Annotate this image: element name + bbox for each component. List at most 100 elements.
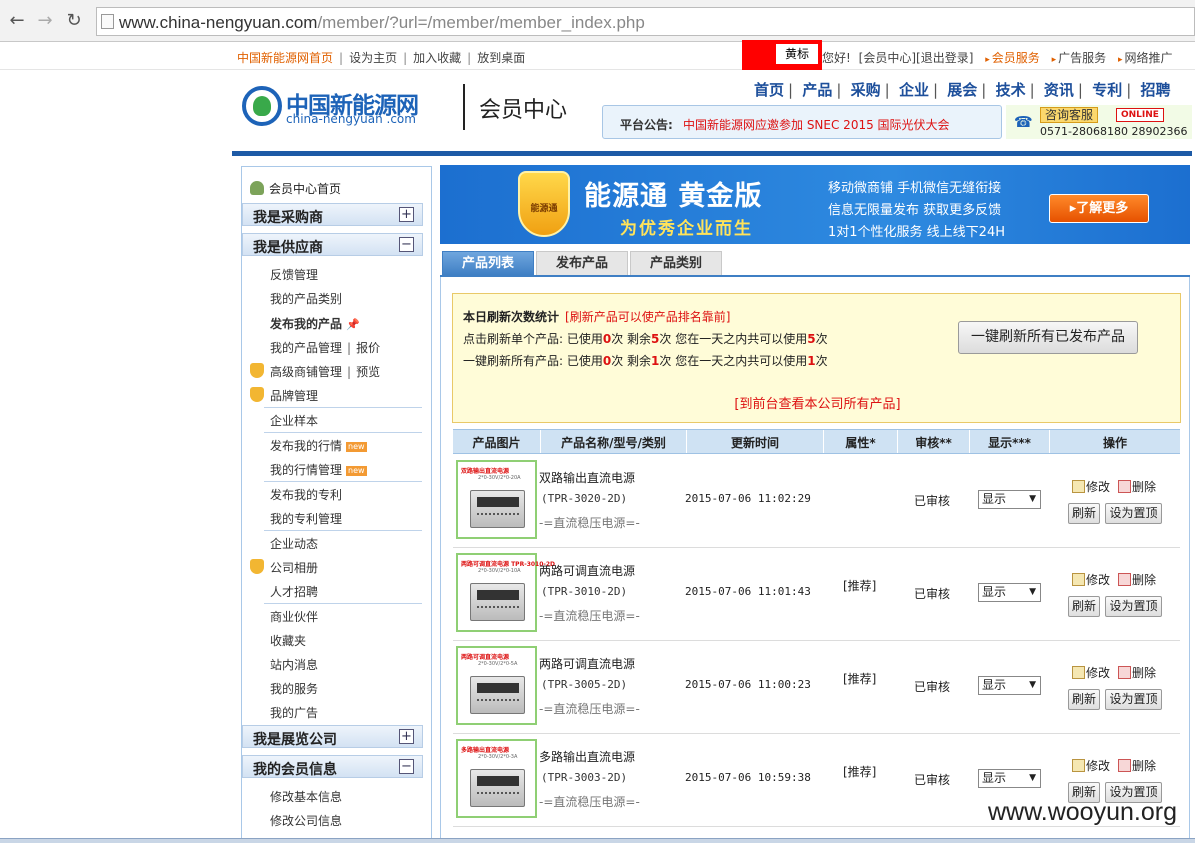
set-top-button[interactable]: 设为置顶	[1105, 689, 1162, 710]
thumb-caption: 多路输出直流电源	[461, 747, 510, 754]
sidebar-item-brand-manage[interactable]: 品牌管理	[270, 387, 318, 404]
refresh-all-button[interactable]: 一键刷新所有已发布产品	[958, 321, 1138, 354]
display-select[interactable]: 显示 ▼	[978, 769, 1041, 788]
tab-product-category[interactable]: 产品类别	[630, 251, 722, 275]
product-thumbnail[interactable]: 两路可调直流电源 TPR-3010-2D 2*0-30V/2*0-10A	[456, 553, 555, 632]
home-link[interactable]: 中国新能源网首页	[237, 51, 333, 65]
sidebar-item-sample[interactable]: 企业样本	[270, 412, 318, 429]
text: 次 剩余	[611, 354, 652, 368]
sidebar-item-my-ads[interactable]: 我的广告	[270, 704, 318, 721]
refresh-button[interactable]: 刷新	[1068, 503, 1100, 524]
nav-companies[interactable]: 企业	[899, 81, 929, 99]
sidebar-item-feedback[interactable]: 反馈管理	[270, 266, 318, 283]
sidebar-item-partners[interactable]: 商业伙伴	[270, 608, 318, 625]
member-service-link[interactable]: 会员服务	[992, 51, 1040, 65]
promotion-link[interactable]: 网络推广	[1125, 51, 1173, 65]
add-favorite-link[interactable]: 加入收藏	[413, 51, 461, 65]
sidebar-section-exhibitor[interactable]: 我是展览公司 +	[242, 725, 423, 748]
sidebar-item-patent-manage[interactable]: 我的专利管理	[270, 510, 342, 527]
divider	[264, 481, 422, 482]
sidebar-section-supplier[interactable]: 我是供应商 −	[242, 233, 423, 256]
nav-patents[interactable]: 专利	[1092, 81, 1122, 99]
expand-plus-icon[interactable]: +	[399, 729, 414, 744]
sidebar-item-market-manage[interactable]: 我的行情管理 new	[270, 461, 367, 478]
product-name[interactable]: 多路输出直流电源	[539, 748, 635, 765]
logout-link[interactable]: [退出登录]	[916, 51, 973, 65]
sidebar-item-edit-basic[interactable]: 修改基本信息	[270, 788, 342, 805]
sidebar-item-edit-company[interactable]: 修改公司信息	[270, 812, 342, 829]
sidebar-item-messages[interactable]: 站内消息	[270, 656, 318, 673]
phone-number: 0571-28068180 28902366	[1040, 125, 1188, 138]
sidebar-item-publish-market[interactable]: 发布我的行情 new	[270, 437, 367, 454]
edit-link[interactable]: 修改	[1086, 480, 1110, 494]
product-name[interactable]: 两路可调直流电源	[539, 562, 635, 579]
desktop-link[interactable]: 放到桌面	[477, 51, 525, 65]
edit-link[interactable]: 修改	[1086, 759, 1110, 773]
greeting: 您好!	[822, 51, 851, 65]
delete-link[interactable]: 删除	[1132, 480, 1156, 494]
edit-link[interactable]: 修改	[1086, 666, 1110, 680]
product-thumbnail[interactable]: 双路输出直流电源 2*0-30V/2*0-20A	[456, 460, 537, 539]
shop-manage-link[interactable]: 高级商铺管理	[270, 365, 342, 379]
display-select[interactable]: 显示 ▼	[978, 583, 1041, 602]
preview-link[interactable]: 预览	[356, 365, 380, 379]
delete-link[interactable]: 删除	[1132, 573, 1156, 587]
product-name[interactable]: 双路输出直流电源	[539, 469, 635, 486]
set-top-button[interactable]: 设为置顶	[1105, 503, 1162, 524]
promo-banner[interactable]: 能源通 能源通 黄金版 为优秀企业而生 移动微商铺 手机微信无缝衔接 信息无限量…	[440, 165, 1190, 244]
item-label: 发布我的产品	[270, 317, 343, 331]
sidebar-item-publish-product[interactable]: 发布我的产品 📌	[270, 315, 360, 332]
sidebar-item-recruit[interactable]: 人才招聘	[270, 583, 318, 600]
nav-products[interactable]: 产品	[802, 81, 832, 99]
set-homepage-link[interactable]: 设为主页	[349, 51, 397, 65]
tab-publish-product[interactable]: 发布产品	[536, 251, 628, 275]
sidebar-item-my-categories[interactable]: 我的产品类别	[270, 290, 342, 307]
forward-arrow-icon[interactable]: →	[34, 10, 56, 32]
delete-link[interactable]: 删除	[1132, 666, 1156, 680]
display-select[interactable]: 显示 ▼	[978, 490, 1041, 509]
sidebar-section-buyer[interactable]: 我是采购商 +	[242, 203, 423, 226]
back-arrow-icon[interactable]: ←	[6, 10, 28, 32]
refresh-button[interactable]: 刷新	[1068, 596, 1100, 617]
refresh-button[interactable]: 刷新	[1068, 689, 1100, 710]
nav-purchase[interactable]: 采购	[851, 81, 881, 99]
nav-home[interactable]: 首页	[754, 81, 784, 99]
sidebar-item-my-services[interactable]: 我的服务	[270, 680, 318, 697]
edit-link[interactable]: 修改	[1086, 573, 1110, 587]
url-domain: www.china-nengyuan.com	[119, 13, 318, 32]
product-thumbnail[interactable]: 两路可调直流电源 2*0-30V/2*0-5A	[456, 646, 537, 725]
online-badge[interactable]: ONLINE	[1116, 108, 1164, 122]
quote-link[interactable]: 报价	[356, 341, 380, 355]
nav-news[interactable]: 资讯	[1044, 81, 1074, 99]
product-name[interactable]: 两路可调直流电源	[539, 655, 635, 672]
reload-icon[interactable]: ↻	[63, 10, 85, 32]
customer-service-button[interactable]: 咨询客服	[1040, 107, 1099, 123]
set-top-button[interactable]: 设为置顶	[1105, 596, 1162, 617]
sidebar-home-link[interactable]: 会员中心首页	[250, 180, 341, 197]
ad-service-link[interactable]: 广告服务	[1058, 51, 1106, 65]
display-select[interactable]: 显示 ▼	[978, 676, 1041, 695]
collapse-minus-icon[interactable]: −	[399, 759, 414, 774]
product-manage-link[interactable]: 我的产品管理	[270, 341, 342, 355]
sidebar-item-publish-patent[interactable]: 发布我的专利	[270, 486, 342, 503]
learn-more-button[interactable]: ▸了解更多	[1049, 194, 1149, 223]
delete-link[interactable]: 删除	[1132, 759, 1156, 773]
section-title: 我是供应商	[253, 240, 323, 256]
nav-exhibitions[interactable]: 展会	[947, 81, 977, 99]
sidebar-item-news[interactable]: 企业动态	[270, 535, 318, 552]
nav-jobs[interactable]: 招聘	[1141, 81, 1171, 99]
edit-icon	[1072, 573, 1085, 586]
sidebar-item-album[interactable]: 公司相册	[270, 559, 318, 576]
site-logo[interactable]: 中国新能源网 china-nengyuan .com	[242, 84, 442, 130]
tab-product-list[interactable]: 产品列表	[442, 251, 534, 275]
collapse-minus-icon[interactable]: −	[399, 237, 414, 252]
nav-tech[interactable]: 技术	[996, 81, 1026, 99]
notice-link[interactable]: 中国新能源网应邀参加 SNEC 2015 国际光伏大会	[683, 116, 950, 133]
expand-plus-icon[interactable]: +	[399, 207, 414, 222]
sidebar-item-favorites[interactable]: 收藏夹	[270, 632, 306, 649]
member-center-link[interactable]: [会员中心]	[859, 51, 916, 65]
address-bar[interactable]: www.china-nengyuan.com/member/?url=/memb…	[96, 7, 1195, 36]
product-thumbnail[interactable]: 多路输出直流电源 2*0-30V/2*0-3A	[456, 739, 537, 818]
view-all-products-link[interactable]: [到前台查看本公司所有产品]	[453, 393, 1182, 412]
sidebar-section-member-info[interactable]: 我的会员信息 −	[242, 755, 423, 778]
